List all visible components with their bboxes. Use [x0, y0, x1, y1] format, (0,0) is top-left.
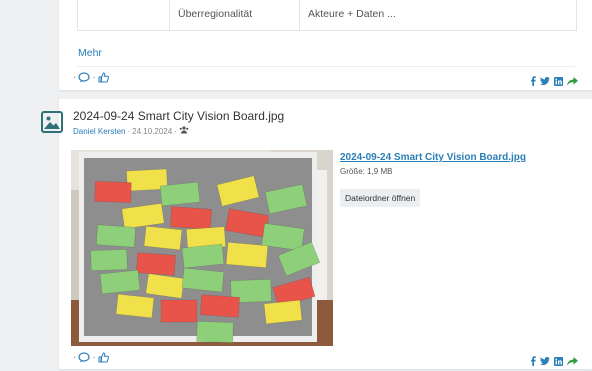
- table-cell: Überregionalität: [170, 0, 300, 30]
- share-arrow-icon[interactable]: [567, 73, 578, 91]
- more-link[interactable]: Mehr: [78, 47, 102, 59]
- content-table: Überregionalität Akteure + Daten ...: [77, 0, 577, 31]
- comment-icon[interactable]: [78, 72, 90, 83]
- share-arrow-icon[interactable]: [567, 353, 578, 371]
- post-actions: · ·: [73, 352, 109, 363]
- linkedin-icon[interactable]: [554, 73, 563, 91]
- post-actions: · ·: [73, 72, 109, 83]
- twitter-icon[interactable]: [540, 353, 550, 371]
- twitter-icon[interactable]: [540, 73, 550, 91]
- file-download-link[interactable]: 2024-09-24 Smart City Vision Board.jpg: [340, 152, 526, 163]
- image-file-icon: [41, 111, 63, 133]
- action-separator: ·: [73, 72, 77, 83]
- file-size: Größe: 1,9 MB: [340, 167, 393, 176]
- previous-post-card: Überregionalität Akteure + Daten ... Meh…: [59, 0, 592, 90]
- meta-separator: ·: [174, 126, 177, 136]
- table-cell: [78, 0, 170, 30]
- share-bar: [530, 353, 578, 371]
- thumbs-up-icon[interactable]: [98, 352, 109, 363]
- table-cell: Akteure + Daten ...: [308, 8, 396, 20]
- action-separator: ·: [92, 352, 96, 363]
- comment-icon[interactable]: [78, 352, 90, 363]
- action-separator: ·: [73, 352, 77, 363]
- vision-board-image[interactable]: [71, 150, 333, 346]
- author-link[interactable]: Daniel Kersten: [73, 127, 125, 136]
- post-date: 24.10.2024: [132, 126, 173, 136]
- group-visibility-icon: [179, 126, 189, 136]
- post-title: 2024-09-24 Smart City Vision Board.jpg: [73, 109, 285, 123]
- thumbs-up-icon[interactable]: [98, 72, 109, 83]
- facebook-icon[interactable]: [530, 73, 536, 91]
- action-separator: ·: [92, 72, 96, 83]
- post-meta: Daniel Kersten · 24.10.2024 ·: [73, 126, 189, 136]
- divider: [77, 66, 575, 67]
- file-post-card: 2024-09-24 Smart City Vision Board.jpg D…: [41, 99, 592, 371]
- linkedin-icon[interactable]: [554, 353, 563, 371]
- meta-separator: ·: [127, 126, 131, 136]
- facebook-icon[interactable]: [530, 353, 536, 371]
- open-folder-button[interactable]: Dateiordner öffnen: [340, 189, 421, 207]
- share-bar: [530, 73, 578, 91]
